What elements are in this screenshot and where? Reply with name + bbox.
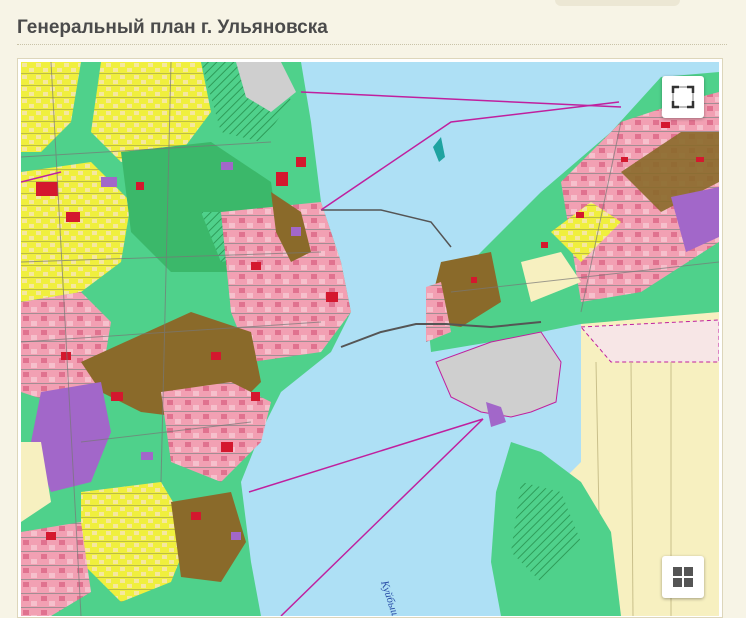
master-plan-map-svg: Куйбышевское [21,62,719,616]
map-frame: Куйбышевское [17,58,723,618]
grid-icon [672,566,694,588]
title-divider [17,44,727,45]
fullscreen-icon [671,85,695,109]
top-tab[interactable] [555,0,680,6]
page-title: Генеральный план г. Ульяновска [17,17,328,38]
master-plan-map[interactable]: Куйбышевское [21,62,719,616]
layers-button[interactable] [662,556,704,598]
fullscreen-button[interactable] [662,76,704,118]
